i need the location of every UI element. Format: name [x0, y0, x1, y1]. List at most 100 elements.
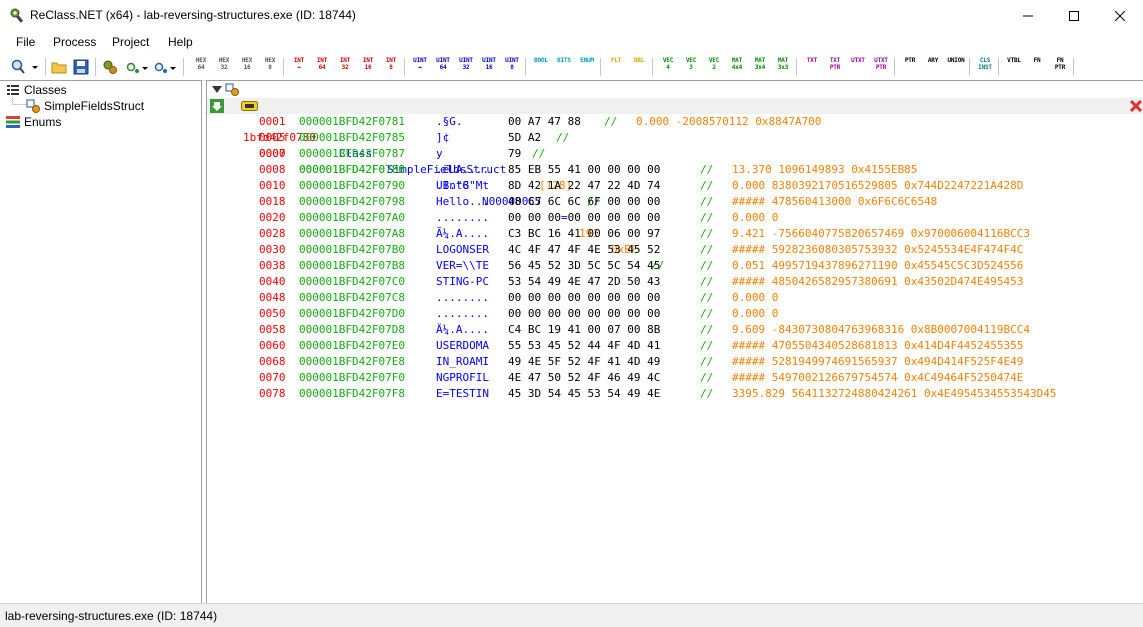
memory-row[interactable]: 0028 000001BFD42F07A8 Ã¼.A.... C3 BC 16 41 …: [207, 226, 1143, 242]
row-comment[interactable]: //: [700, 178, 713, 194]
row-comment[interactable]: //: [700, 162, 713, 178]
memory-row[interactable]: 0050 000001BFD42F07D0........ 00 00 00 00 …: [207, 306, 1143, 322]
add-mat-3x4-button[interactable]: MAT 3x4: [749, 57, 771, 71]
add-uint-16-button[interactable]: UINT 16: [478, 57, 500, 71]
row-comment[interactable]: //: [700, 210, 713, 226]
node-type-label: INT: [385, 57, 397, 64]
add-int-64-button[interactable]: INT 64: [311, 57, 333, 71]
memory-row[interactable]: 0005 000001BFD42F0785]¢ 5D A2 //: [207, 130, 1143, 146]
add-mat-3x3-button[interactable]: MAT 3x3: [772, 57, 794, 71]
memory-row[interactable]: 0010 000001BFD42F0790 .B."G"Mt 8D 42 1A 22 …: [207, 178, 1143, 194]
add-dbl-button[interactable]: DBL: [628, 57, 650, 64]
tree-class-item[interactable]: SimpleFieldsStruct: [26, 98, 144, 114]
add-int-8-button[interactable]: INT 8: [380, 57, 402, 71]
memory-row[interactable]: 0020 000001BFD42F07A0........ 00 00 00 00 …: [207, 210, 1143, 226]
add-vec-3-button[interactable]: VEC 3: [680, 57, 702, 71]
row-comment[interactable]: //: [700, 194, 713, 210]
add-bits-button[interactable]: BITS: [553, 57, 575, 64]
menu-process[interactable]: Process: [53, 35, 96, 49]
memory-row[interactable]: 0001 000001BFD42F0781 .§G. 00 A7 47 88 // 0.0…: [207, 114, 1143, 130]
row-comment[interactable]: //: [700, 338, 713, 354]
add-bytes-button[interactable]: [124, 57, 150, 77]
class-header-row[interactable]: 1bfd42f0780 Class SimpleFieldsStruct [12…: [207, 82, 1143, 208]
memory-row[interactable]: 0030 000001BFD42F07B0 LOGONSER 4C 4F 47 4F …: [207, 242, 1143, 258]
tree-classes-node[interactable]: Classes: [6, 82, 67, 98]
add-utxt-ptr-button[interactable]: UTXT PTR: [870, 57, 892, 71]
collapse-arrow-icon[interactable]: [212, 86, 222, 94]
add-fn-ptr-button[interactable]: FN PTR: [1049, 57, 1071, 71]
row-comment[interactable]: //: [700, 258, 713, 274]
row-comment[interactable]: //: [700, 274, 713, 290]
add-uint-32-button[interactable]: UINT 32: [455, 57, 477, 71]
add-mat-4x4-button[interactable]: MAT 4x4: [726, 57, 748, 71]
memory-row[interactable]: 0070 000001BFD42F07F0 NGPROFIL 4E 47 50 52 …: [207, 370, 1143, 386]
memory-row[interactable]: 0040 000001BFD42F07C0 STING-PC 53 54 49 4E …: [207, 274, 1143, 290]
menu-help[interactable]: Help: [168, 35, 193, 49]
row-comment[interactable]: //: [700, 354, 713, 370]
add-hex-32-button[interactable]: HEX 32: [213, 57, 235, 71]
menu-project[interactable]: Project: [112, 35, 149, 49]
attach-process-button[interactable]: [8, 57, 42, 77]
add-fn-button[interactable]: FN: [1026, 57, 1048, 64]
memory-row[interactable]: 0018 000001BFD42F0798 Hello... 48 65 6C 6C …: [207, 194, 1143, 210]
add-int-16-button[interactable]: INT 16: [357, 57, 379, 71]
node-type-label: INT: [339, 57, 351, 64]
memory-view-panel[interactable]: 1bfd42f0780 Class SimpleFieldsStruct [12…: [206, 80, 1143, 604]
add-enum-button[interactable]: ENUM: [576, 57, 598, 64]
delete-node-icon[interactable]: [1130, 100, 1142, 112]
row-comment[interactable]: //: [700, 322, 713, 338]
node-type-sublabel: 8: [510, 64, 514, 71]
add-bool-button[interactable]: BOOL: [530, 57, 552, 64]
add-hex-64-button[interactable]: HEX 64: [190, 57, 212, 71]
close-window-button[interactable]: [1097, 0, 1143, 31]
open-project-button[interactable]: [50, 57, 68, 77]
selected-node-row[interactable]: 0000 000001BFD42F0780 UInt8 N000000C7 = …: [207, 98, 1143, 272]
memory-row[interactable]: 0058 000001BFD42F07D8 Ä¼.A.... C4 BC 19 41 …: [207, 322, 1143, 338]
add-vec-4-button[interactable]: VEC 4: [657, 57, 679, 71]
row-comment[interactable]: //: [700, 370, 713, 386]
row-comment[interactable]: //: [604, 114, 617, 130]
node-type-sublabel: 16: [364, 64, 372, 71]
memory-row[interactable]: 0038 000001BFD42F07B8 VER=\\TE 56 45 52 3D …: [207, 258, 1143, 274]
add-cls-inst-button[interactable]: CLS INST: [974, 57, 996, 71]
tree-enums-node[interactable]: Enums: [6, 114, 61, 130]
memory-row[interactable]: 0008 000001BFD42F0788 .ëUA.... 85 EB 55 41 …: [207, 162, 1143, 178]
class-settings-button[interactable]: [100, 57, 120, 77]
add-ary-button[interactable]: ARY: [922, 57, 944, 64]
memory-row[interactable]: 0068 000001BFD42F07E8 IN_ROAMI 49 4E 5F 52 …: [207, 354, 1143, 370]
memory-row[interactable]: 0060 000001BFD42F07E0 USERDOMA 55 53 45 52 …: [207, 338, 1143, 354]
add-flt-button[interactable]: FLT: [605, 57, 627, 64]
maximize-button[interactable]: [1051, 0, 1097, 31]
add-union-button[interactable]: UNION: [945, 57, 967, 64]
row-comment[interactable]: //: [700, 226, 713, 242]
insert-bytes-button[interactable]: [152, 57, 178, 77]
minimize-button[interactable]: [1005, 0, 1051, 31]
row-address: 000001BFD42F07B8: [299, 259, 405, 272]
add-txt-button[interactable]: TXT: [801, 57, 823, 64]
add-uint-64-button[interactable]: UINT 64: [432, 57, 454, 71]
add-int--button[interactable]: INT ↔: [288, 57, 310, 71]
memory-row[interactable]: 0048 000001BFD42F07C8........ 00 00 00 00 …: [207, 290, 1143, 306]
row-comment[interactable]: //: [700, 386, 713, 402]
add-vtbl-button[interactable]: VTBL: [1003, 57, 1025, 64]
memory-row[interactable]: 0078 000001BFD42F07F8 E=TESTIN 45 3D 54 45 …: [207, 386, 1143, 402]
add-utxt-button[interactable]: UTXT: [847, 57, 869, 64]
row-comment[interactable]: //: [532, 146, 545, 162]
node-type-label: UTXT: [851, 57, 865, 64]
add-ptr-button[interactable]: PTR: [899, 57, 921, 64]
add-int-32-button[interactable]: INT 32: [334, 57, 356, 71]
row-comment[interactable]: //: [556, 130, 569, 146]
menu-file[interactable]: File: [16, 35, 35, 49]
add-uint--button[interactable]: UINT ↔: [409, 57, 431, 71]
add-vec-2-button[interactable]: VEC 2: [703, 57, 725, 71]
add-uint-8-button[interactable]: UINT 8: [501, 57, 523, 71]
row-comment[interactable]: //: [700, 242, 713, 258]
row-comment[interactable]: //: [700, 306, 713, 322]
row-comment[interactable]: //: [700, 290, 713, 306]
save-project-button[interactable]: [72, 57, 90, 77]
add-hex-16-button[interactable]: HEX 16: [236, 57, 258, 71]
add-txt-ptr-button[interactable]: TXT PTR: [824, 57, 846, 71]
memory-row[interactable]: 0007 000001BFD42F0787 y 79 //: [207, 146, 1143, 162]
insert-bytes-icon: [154, 62, 176, 73]
add-hex-8-button[interactable]: HEX 8: [259, 57, 281, 71]
